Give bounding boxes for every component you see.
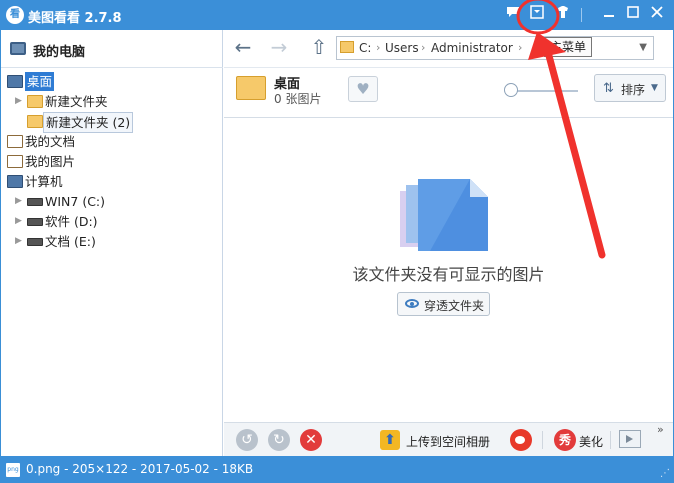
documents-icon bbox=[7, 135, 23, 148]
folder-icon bbox=[27, 95, 43, 108]
breadcrumb-users[interactable]: Users bbox=[385, 41, 419, 55]
main-menu-icon[interactable] bbox=[527, 5, 547, 25]
main-menu-tooltip: 主菜单 bbox=[544, 37, 593, 57]
navigation-bar: ← → ⇧ C: › Users › Administrator › ▼ 主菜单 bbox=[224, 30, 673, 68]
address-bar[interactable]: C: › Users › Administrator › ▼ bbox=[336, 36, 654, 60]
my-computer-label: 我的电脑 bbox=[33, 45, 86, 60]
maximize-icon[interactable] bbox=[623, 5, 643, 25]
main-panel: ← → ⇧ C: › Users › Administrator › ▼ 主菜单… bbox=[224, 30, 673, 456]
delete-button[interactable]: ✕ bbox=[300, 429, 322, 451]
favorite-heart-button[interactable]: ♥ bbox=[348, 76, 378, 102]
image-count: 0 张图片 bbox=[274, 92, 322, 106]
folder-icon bbox=[236, 76, 266, 100]
toolbar-divider bbox=[610, 431, 611, 449]
expand-arrow-icon[interactable]: ▶ bbox=[15, 92, 25, 111]
folder-icon bbox=[340, 41, 354, 53]
drive-icon bbox=[27, 238, 43, 246]
expand-arrow-icon[interactable]: ▶ bbox=[15, 232, 25, 251]
slideshow-icon[interactable] bbox=[619, 430, 641, 448]
thumbnail-area: 该文件夹没有可显示的图片 穿透文件夹 bbox=[224, 119, 673, 421]
file-status-text: 0.png - 205×122 - 2017-05-02 - 18KB bbox=[26, 462, 254, 476]
my-computer-header[interactable]: 我的电脑 bbox=[1, 30, 223, 68]
eye-icon bbox=[405, 299, 419, 308]
upload-to-album-button[interactable]: 上传到空间相册 bbox=[406, 433, 490, 450]
forward-button[interactable]: → bbox=[266, 36, 292, 60]
rotate-left-button[interactable]: ↺ bbox=[236, 429, 258, 451]
folder-info-bar: 桌面 0 张图片 ♥ ⇅ 排序 ▼ bbox=[224, 68, 673, 118]
folder-tree-panel: 我的电脑 桌面 ▶ 新建文件夹 新建文件夹 (2) 我的文档 我的图片 计算机 … bbox=[1, 30, 223, 456]
weibo-share-icon[interactable] bbox=[510, 429, 532, 451]
status-bar: png 0.png - 205×122 - 2017-05-02 - 18KB … bbox=[0, 456, 674, 483]
breadcrumb-administrator[interactable]: Administrator bbox=[431, 41, 513, 55]
window-title: 美图看看 2.7.8 bbox=[28, 11, 122, 26]
chat-icon[interactable] bbox=[503, 5, 523, 25]
rotate-right-button[interactable]: ↻ bbox=[268, 429, 290, 451]
back-button[interactable]: ← bbox=[230, 36, 256, 60]
desktop-icon bbox=[7, 75, 23, 88]
empty-picture-icon bbox=[400, 179, 488, 251]
pictures-icon bbox=[7, 155, 23, 168]
address-dropdown-icon[interactable]: ▼ bbox=[639, 42, 647, 53]
pass-through-folder-button[interactable]: 穿透文件夹 bbox=[397, 292, 490, 316]
expand-arrow-icon[interactable]: ▶ bbox=[15, 192, 25, 211]
breadcrumb-drive[interactable]: C: bbox=[359, 41, 371, 55]
breadcrumb-separator-icon: › bbox=[421, 41, 426, 54]
beautify-icon[interactable]: 秀 bbox=[554, 429, 576, 451]
png-file-icon: png bbox=[6, 463, 20, 477]
bottom-toolbar: ↺ ↻ ✕ ⬆ 上传到空间相册 秀 美化 » bbox=[224, 422, 673, 456]
sort-button[interactable]: ⇅ 排序 ▼ bbox=[594, 74, 666, 102]
up-folder-button[interactable]: ⇧ bbox=[306, 36, 332, 60]
close-icon[interactable] bbox=[647, 5, 667, 25]
empty-folder-message: 该文件夹没有可显示的图片 bbox=[352, 265, 545, 284]
app-logo-icon: 看 bbox=[6, 6, 24, 24]
beautify-button[interactable]: 美化 bbox=[579, 433, 603, 450]
drive-icon bbox=[27, 198, 43, 206]
minimize-icon[interactable] bbox=[599, 5, 619, 25]
toolbar-divider bbox=[542, 431, 543, 449]
titlebar-divider bbox=[581, 8, 582, 22]
folder-icon bbox=[27, 115, 43, 128]
skin-icon[interactable] bbox=[553, 5, 573, 25]
sort-icon: ⇅ bbox=[603, 81, 614, 96]
breadcrumb-separator-icon: › bbox=[518, 41, 523, 54]
expand-arrow-icon[interactable]: ▶ bbox=[15, 212, 25, 231]
zoom-slider-handle[interactable] bbox=[504, 83, 518, 97]
computer-icon bbox=[7, 175, 23, 188]
chevron-down-icon: ▼ bbox=[651, 83, 658, 93]
client-area: 我的电脑 桌面 ▶ 新建文件夹 新建文件夹 (2) 我的文档 我的图片 计算机 … bbox=[1, 30, 673, 456]
resize-grip-icon[interactable]: ⋰ bbox=[660, 468, 670, 479]
monitor-icon bbox=[10, 42, 26, 55]
upload-album-icon[interactable]: ⬆ bbox=[380, 430, 400, 450]
breadcrumb-separator-icon: › bbox=[376, 41, 381, 54]
drive-icon bbox=[27, 218, 43, 226]
more-tools-icon[interactable]: » bbox=[657, 423, 664, 436]
title-bar: 看 美图看看 2.7.8 bbox=[0, 0, 674, 30]
